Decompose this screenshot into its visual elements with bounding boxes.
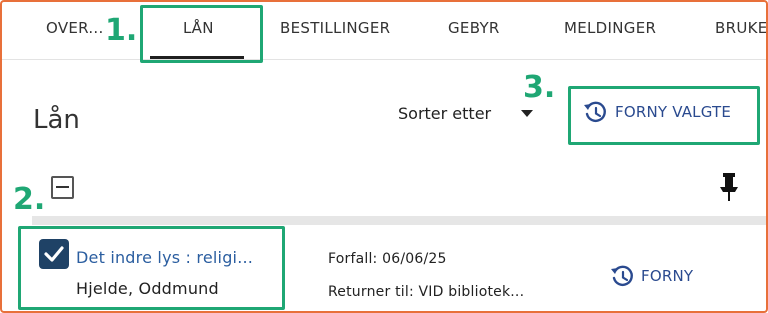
checkmark-icon [44, 246, 64, 262]
loan-item-checkbox[interactable] [39, 239, 69, 269]
loan-return-location: Returner til: VID bibliotek... [328, 284, 525, 300]
chevron-down-icon[interactable] [521, 110, 533, 117]
renew-label: FORNY [641, 267, 694, 285]
callout-box-1 [140, 5, 263, 63]
tab-fees[interactable]: GEBYR [448, 19, 500, 37]
tab-overview[interactable]: OVER... [46, 19, 104, 37]
sort-dropdown-label[interactable]: Sorter etter [398, 104, 491, 123]
app-frame: OVER... LÅN BESTILLINGER GEBYR MELDINGER… [0, 0, 768, 313]
callout-number-3: 3. [523, 70, 556, 105]
renew-clock-icon [584, 101, 606, 123]
select-all-checkbox[interactable] [51, 176, 74, 199]
loan-due-date: Forfall: 06/06/25 [328, 251, 447, 267]
tab-orders[interactable]: BESTILLINGER [280, 19, 390, 37]
loan-item-title[interactable]: Det indre lys : religi... [76, 248, 253, 267]
renew-button[interactable]: FORNY [609, 263, 693, 289]
pin-icon[interactable] [719, 172, 739, 202]
tab-user[interactable]: BRUKE [715, 19, 766, 37]
loan-item-author: Hjelde, Oddmund [76, 279, 219, 298]
renew-selected-label: FORNY VALGTE [615, 103, 732, 121]
callout-number-2: 2. [13, 182, 46, 217]
renew-clock-icon [611, 265, 633, 287]
renew-selected-button[interactable]: FORNY VALGTE [582, 98, 731, 126]
list-divider [32, 216, 766, 225]
callout-number-1: 1. [105, 13, 138, 48]
tab-messages[interactable]: MELDINGER [564, 19, 656, 37]
page-title: Lån [33, 105, 80, 135]
